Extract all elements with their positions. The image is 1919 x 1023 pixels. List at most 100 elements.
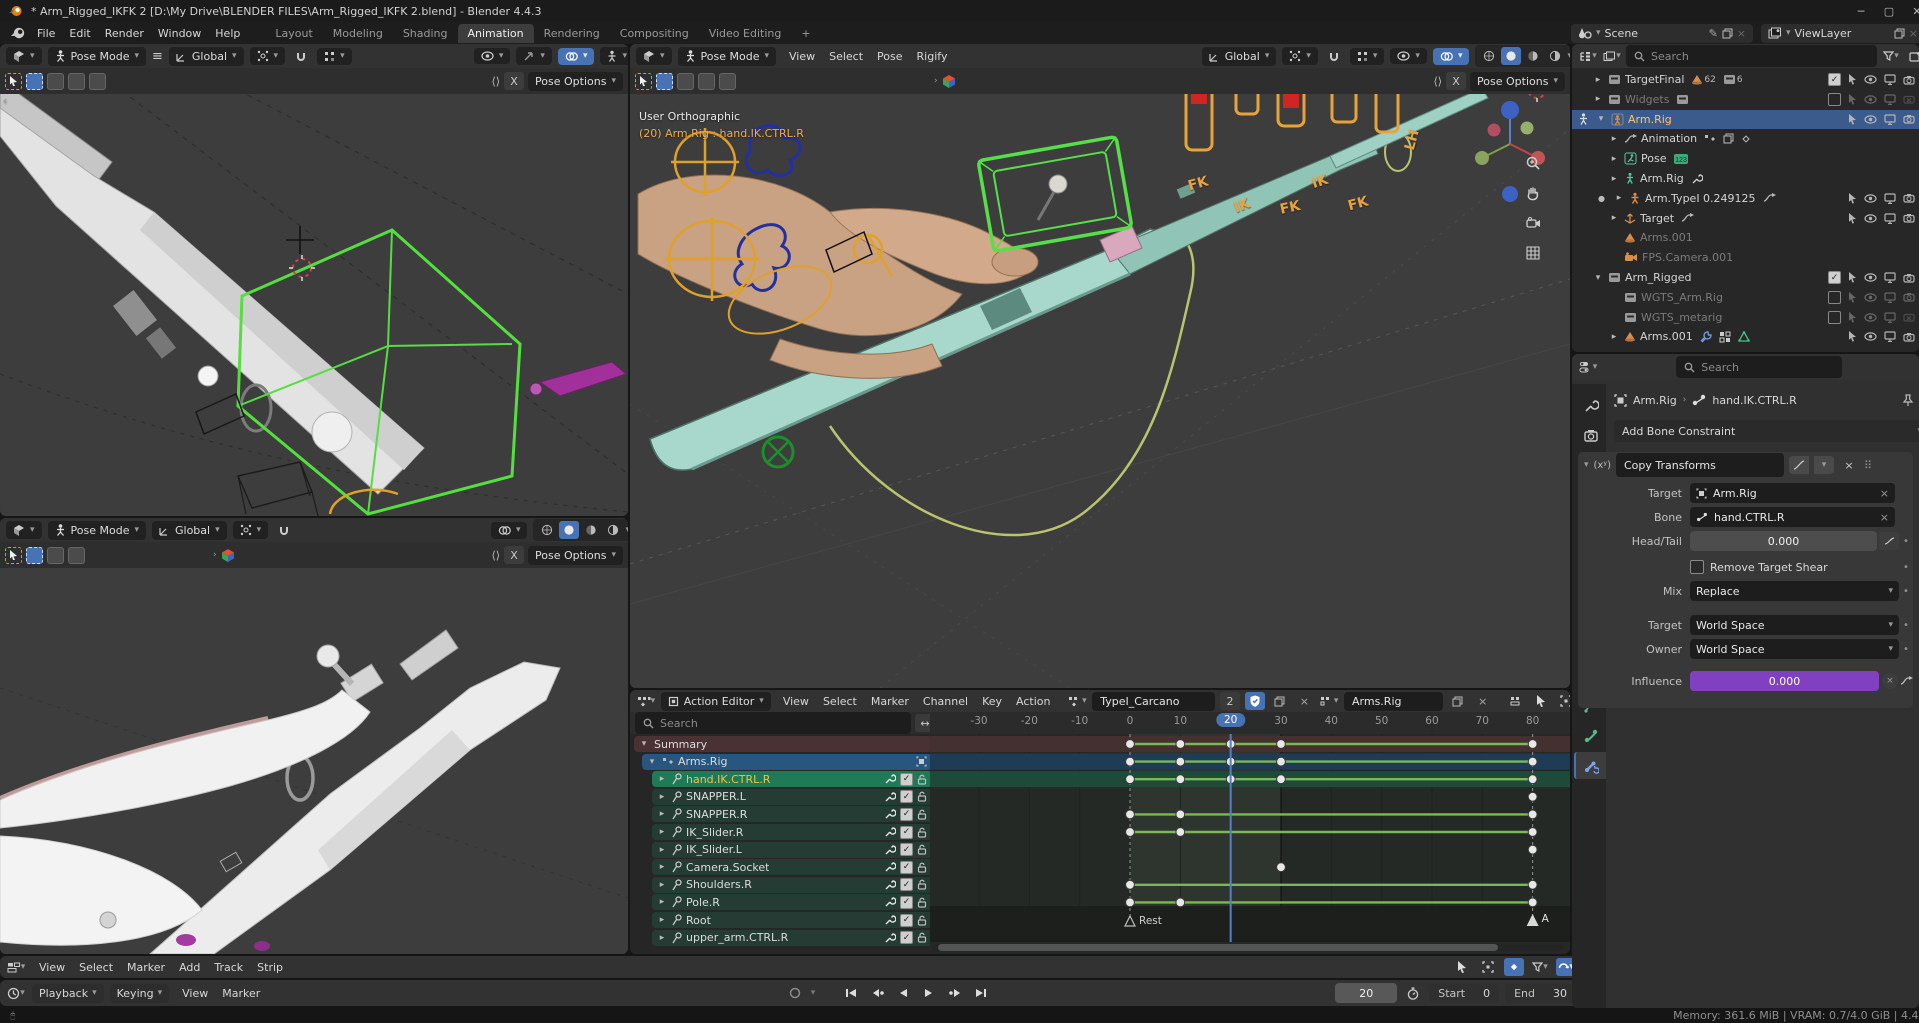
slot-icon[interactable]: ▾ [1319,692,1339,710]
camera-toggle-icon[interactable] [1903,193,1915,203]
nla-menu-marker[interactable]: Marker [120,958,172,977]
outliner-item-label[interactable]: Arms.001 [1640,231,1693,244]
flag-toggle-icon[interactable] [1848,114,1857,125]
workspace-tab-video-editing[interactable]: Video Editing [699,24,792,43]
redo-panel-chevron[interactable]: › [213,550,217,560]
properties-search-input[interactable]: Search [1676,356,1842,378]
action-keying-icon[interactable]: ▾ [1067,692,1087,710]
constraint-bone-field[interactable]: hand.CTRL.R× [1690,507,1895,527]
outliner-item-label[interactable]: Arm.Rig [1628,113,1672,126]
flag-toggle-icon[interactable] [1848,94,1857,105]
menu-edit[interactable]: Edit [62,24,97,43]
current-frame-badge[interactable]: 20 [1216,713,1245,727]
nla-menu-track[interactable]: Track [207,958,250,977]
keying-menu[interactable]: Keying▾ [110,984,169,1003]
tweak-tool[interactable] [635,73,652,90]
breadcrumb-bone[interactable]: hand.IK.CTRL.R [1712,394,1796,407]
action-users-count[interactable]: 2 [1220,692,1240,710]
camera-toggle-icon[interactable] [1903,292,1915,302]
transform-orientation[interactable]: Global▾ [152,521,227,540]
pin-icon[interactable] [672,879,682,891]
monitor-toggle-icon[interactable] [1884,193,1896,204]
clear-target-icon[interactable]: × [1880,487,1889,500]
outliner-row[interactable]: Arms.001 [1572,228,1919,247]
fcurve-modifier-icon[interactable] [884,791,896,803]
unlink-icon[interactable]: × [1737,27,1746,40]
mix-dropdown[interactable]: Replace▾ [1690,581,1899,601]
channel-row-hand-ik-ctrl-r[interactable]: ▸hand.IK.CTRL.R✓ [652,771,932,787]
new-collection-icon[interactable] [1905,47,1919,65]
outliner-item-label[interactable]: WGTS_metarig [1641,311,1722,324]
pin-icon[interactable] [672,773,682,785]
dope-menu-channel[interactable]: Channel [916,692,975,711]
visibility-checkbox-checked[interactable]: ✓ [900,790,913,803]
fcurve-modifier-icon[interactable] [884,844,896,856]
visibility-checkbox-checked[interactable]: ✓ [1828,271,1841,284]
sidebar-toggle-icon[interactable]: ‹ [3,92,7,109]
unlocked-icon[interactable] [917,915,927,926]
pivot-point-selector[interactable]: ▾ [250,47,286,65]
object-visibility-dropdown[interactable]: ▾ [1390,48,1427,64]
unlocked-icon[interactable] [917,809,927,820]
eye-toggle-icon[interactable] [1864,95,1877,104]
visibility-checkbox-checked[interactable]: ✓ [900,843,913,856]
channel-search-input[interactable]: Search [635,712,911,734]
mirror-x-toggle[interactable]: X [1446,72,1466,90]
flag-toggle-icon[interactable] [1848,193,1857,204]
fcurve-modifier-icon[interactable] [884,914,896,926]
camerax-toggle-icon[interactable] [1903,312,1915,322]
flag-toggle-icon[interactable] [1848,74,1857,85]
frame-target-icon[interactable] [1556,692,1570,710]
fcurve-modifier-icon[interactable] [884,773,896,785]
outliner-row[interactable]: ●▸Arm.TypeI 0.249125 [1572,189,1919,208]
menu-window[interactable]: Window [151,24,208,43]
eye-toggle-icon[interactable] [1864,75,1877,84]
viewlayer-selector[interactable]: ▾ ViewLayer × [1761,24,1919,43]
cursor-arrow-icon[interactable] [1452,958,1472,976]
eye-toggle-icon[interactable] [1864,214,1877,223]
menu-file[interactable]: File [30,24,62,43]
frame-end-field[interactable]: End30 [1505,984,1576,1003]
editor-type-button[interactable]: ▾ [6,521,42,539]
constraint-curve-icon[interactable] [1789,456,1809,474]
drag-handle-icon[interactable]: ⠿ [1864,459,1873,472]
unlocked-icon[interactable] [917,844,927,855]
playback-menu[interactable]: Playback▾ [32,984,104,1003]
select-intersect-tool[interactable] [719,73,736,90]
pin-icon[interactable] [672,914,682,926]
workspace-tab-compositing[interactable]: Compositing [610,24,699,43]
snap-magnet-icon[interactable] [274,521,294,539]
workspace-tab-rendering[interactable]: Rendering [534,24,610,43]
play-reverse-button[interactable] [891,984,915,1002]
camera-toggle-icon[interactable] [1903,114,1915,124]
zoom-icon[interactable] [1523,154,1543,172]
tweak-tool[interactable] [5,547,22,564]
outliner-item-label[interactable]: Arms.001 [1640,330,1693,343]
dope-menu-view[interactable]: View [776,692,816,711]
outliner-row[interactable]: ▸Arm.Rig [1572,169,1919,188]
target-space-dropdown[interactable]: World Space▾ [1690,615,1899,635]
outliner-search-input[interactable]: Search [1626,45,1877,67]
channel-row-ik-slider-r[interactable]: ▸IK_Slider.R✓ [652,824,932,840]
pose-options-dropdown[interactable]: Pose Options▾ [528,546,623,565]
auto-keying-record-icon[interactable] [785,984,805,1002]
current-frame-field[interactable]: 20 [1335,983,1397,1003]
snap-magnet-icon[interactable] [291,47,311,65]
dope-sheet-mode-icon[interactable]: ▾ [636,692,656,710]
camera-toggle-icon[interactable] [1903,332,1915,342]
outliner-row[interactable]: ▸Widgets [1572,90,1919,109]
dope-menu-key[interactable]: Key [975,692,1009,711]
outliner-item-label[interactable]: FPS.Camera.001 [1642,251,1733,264]
outliner-row[interactable]: ▾Arm.Rig [1572,110,1919,129]
dope-sheet-keyframe-area[interactable]: RestA [930,734,1570,954]
monitor-toggle-icon[interactable] [1884,94,1896,105]
unlocked-icon[interactable] [917,791,927,802]
select-extend-tool[interactable] [677,73,694,90]
visibility-checkbox-checked[interactable]: ✓ [900,826,913,839]
outliner-item-label[interactable]: Animation [1641,132,1697,145]
outliner-row[interactable]: WGTS_Arm.Rig [1572,288,1919,307]
fcurve-modifier-icon[interactable] [884,808,896,820]
eye-toggle-icon[interactable] [1864,273,1877,282]
constraint-name-field[interactable]: Copy Transforms [1616,453,1784,477]
rendered-shading-button[interactable] [603,521,623,539]
